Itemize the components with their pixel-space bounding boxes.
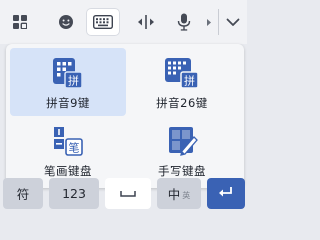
space-key[interactable] (105, 178, 151, 209)
keyboard-layout-button[interactable] (86, 8, 120, 36)
option-stroke-keyboard[interactable]: 笔 笔画键盘 (10, 116, 126, 184)
option-label: 拼音26键 (156, 96, 208, 110)
keyboard-toolbar (0, 0, 247, 44)
emoji-icon (58, 14, 74, 30)
lang-main-label: 中 (167, 187, 181, 202)
numbers-key[interactable]: 123 (49, 178, 99, 209)
collapse-chevron-icon (226, 18, 240, 27)
pinyin-glyph: 拼 (68, 74, 79, 88)
keyboard-layout-menu: 拼 拼音9键 拼 拼音26键 笔 笔画键盘 手写键盘 (6, 44, 244, 188)
pinyin-9key-icon: 拼 (51, 56, 85, 90)
keyboard-icon (93, 15, 113, 29)
option-label: 笔画键盘 (44, 164, 92, 178)
pinyin-26key-icon: 拼 (164, 56, 200, 90)
apps-grid-icon (13, 15, 27, 29)
apps-grid-button[interactable] (6, 8, 34, 36)
handwriting-keyboard-icon (165, 124, 199, 158)
emoji-button[interactable] (52, 8, 80, 36)
microphone-icon (177, 13, 191, 31)
space-bar-icon (120, 186, 136, 201)
option-pinyin-9key[interactable]: 拼 拼音9键 (10, 48, 126, 116)
enter-icon (218, 186, 234, 201)
voice-input-button[interactable] (170, 8, 198, 36)
more-tools-button[interactable] (203, 8, 215, 36)
lang-sub-label: 英 (182, 191, 191, 200)
option-label: 手写键盘 (158, 164, 206, 178)
stroke-keyboard-icon: 笔 (51, 124, 85, 158)
toolbar-divider (218, 9, 219, 35)
more-arrow-icon (206, 18, 212, 27)
cursor-move-icon (137, 14, 155, 30)
pinyin-glyph: 拼 (184, 74, 195, 88)
option-pinyin-26key[interactable]: 拼 拼音26键 (124, 48, 240, 116)
language-switch-key[interactable]: 中 英 (157, 178, 201, 209)
symbols-key[interactable]: 符 (3, 178, 43, 209)
option-handwriting-keyboard[interactable]: 手写键盘 (124, 116, 240, 184)
collapse-keyboard-button[interactable] (222, 8, 244, 36)
stroke-glyph: 笔 (69, 141, 80, 155)
bottom-key-row: 符 123 中 英 (0, 178, 247, 211)
enter-key[interactable] (207, 178, 245, 209)
option-label: 拼音9键 (46, 96, 90, 110)
cursor-move-button[interactable] (132, 8, 160, 36)
